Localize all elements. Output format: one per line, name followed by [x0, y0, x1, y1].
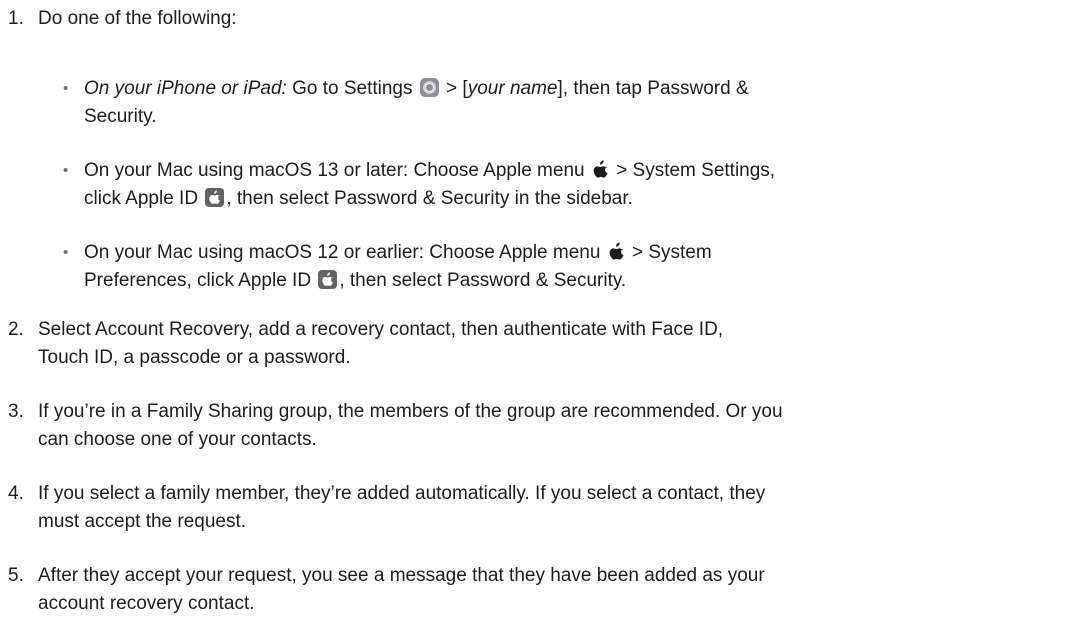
bullet-text: > System — [626, 242, 712, 263]
bullet-line-1: On your iPhone or iPad: Go to Settings >… — [84, 75, 1088, 103]
step-number: 3. — [8, 401, 24, 422]
apple-logo-icon — [608, 242, 625, 261]
bullet-text: ], then tap Password & — [557, 78, 749, 99]
settings-icon — [419, 78, 439, 97]
step-number: 4. — [8, 483, 24, 504]
step-line-1: If you select a family member, they’re a… — [38, 483, 766, 504]
bullet-macos-12: • On your Mac using macOS 12 or earlier:… — [38, 239, 1088, 295]
step-line-1: After they accept your request, you see … — [38, 565, 765, 586]
bullet-line-1: On your Mac using macOS 13 or later: Cho… — [84, 157, 1088, 185]
bullet-lead: On your iPhone or iPad: — [84, 78, 287, 99]
step-1: 1. Do one of the following: — [0, 5, 1088, 33]
step-number: 5. — [8, 565, 24, 586]
bullet-text: , then select Password & Security in the… — [226, 188, 633, 209]
step-line-2: can choose one of your contacts. — [38, 429, 317, 450]
step-number: 1. — [8, 8, 24, 29]
step-line-2: must accept the request. — [38, 511, 247, 532]
bullet-text: On your Mac using macOS 12 or earlier: C… — [84, 242, 606, 263]
bullet-iphone-ipad: • On your iPhone or iPad: Go to Settings… — [38, 75, 1088, 131]
step-line-2: Touch ID, a passcode or a password. — [38, 347, 351, 368]
bullet-marker: • — [63, 244, 69, 261]
bullet-text: , then select Password & Security. — [339, 270, 627, 291]
bullet-text: Preferences, click Apple ID — [84, 270, 317, 291]
bullet-marker: • — [63, 80, 69, 97]
bullet-line-2: click Apple ID , then select Password & … — [84, 185, 1088, 213]
step-3: 3. If you’re in a Family Sharing group, … — [0, 398, 1088, 454]
bullet-marker: • — [63, 162, 69, 179]
step-5: 5. After they accept your request, you s… — [0, 562, 1088, 618]
bullet-line-2: Preferences, click Apple ID , then selec… — [84, 267, 1088, 295]
bullet-line-2: Security. — [84, 106, 157, 127]
bullet-text: click Apple ID — [84, 188, 204, 209]
step-2: 2. Select Account Recovery, add a recove… — [0, 316, 1088, 372]
bullet-macos-13: • On your Mac using macOS 13 or later: C… — [38, 157, 1088, 213]
apple-logo-icon — [592, 160, 609, 179]
step-line-1: If you’re in a Family Sharing group, the… — [38, 401, 783, 422]
bullet-line-1: On your Mac using macOS 12 or earlier: C… — [84, 239, 1088, 267]
bullet-text: > [ — [440, 78, 468, 99]
apple-id-icon — [205, 188, 225, 207]
step-text: Do one of the following: — [38, 8, 237, 29]
bullet-text: Go to Settings — [286, 78, 418, 99]
bullet-italic: your name — [467, 78, 558, 99]
apple-id-icon — [318, 270, 338, 289]
step-4: 4. If you select a family member, they’r… — [0, 480, 1088, 536]
bullet-text: > System Settings, — [610, 160, 776, 181]
step-number: 2. — [8, 319, 24, 340]
step-line-1: Select Account Recovery, add a recovery … — [38, 319, 724, 340]
bullet-text: On your Mac using macOS 13 or later: Cho… — [84, 160, 590, 181]
step-line-2: account recovery contact. — [38, 593, 255, 614]
